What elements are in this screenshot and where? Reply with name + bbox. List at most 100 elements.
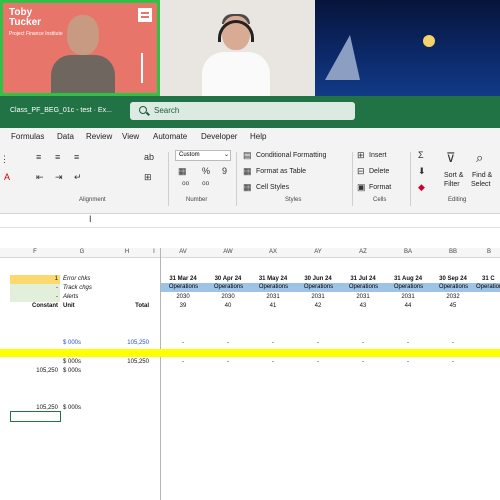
video-tile-participant[interactable] bbox=[160, 0, 315, 96]
value-cell[interactable]: - bbox=[252, 339, 294, 348]
unit-cell[interactable]: $ 000s bbox=[63, 358, 81, 367]
find-select-label[interactable]: Find & bbox=[472, 172, 492, 179]
unit-cell[interactable]: $ 000s bbox=[63, 339, 81, 348]
autosum-icon[interactable]: Σ bbox=[418, 150, 424, 160]
year-cell[interactable]: 2031 bbox=[387, 293, 429, 302]
phase-cell[interactable]: Operations bbox=[476, 283, 500, 292]
decrease-decimal-icon[interactable]: ⁰⁰ bbox=[202, 180, 209, 191]
value-cell[interactable]: - bbox=[432, 358, 474, 367]
clear-icon[interactable]: ◆ bbox=[418, 182, 425, 193]
tab-formulas[interactable]: Formulas bbox=[11, 132, 44, 141]
phase-cell[interactable]: Operations bbox=[341, 283, 386, 292]
tab-automate[interactable]: Automate bbox=[153, 132, 187, 141]
value-cell[interactable]: - bbox=[252, 358, 294, 367]
value-cell[interactable]: - bbox=[162, 358, 204, 367]
tab-view[interactable]: View bbox=[122, 132, 139, 141]
col-header-bb[interactable]: BB bbox=[432, 249, 474, 255]
period-cell[interactable]: 42 bbox=[297, 302, 339, 311]
video-tile-background[interactable] bbox=[315, 0, 500, 96]
value-cell[interactable]: - bbox=[207, 358, 249, 367]
phase-cell[interactable]: Operations bbox=[296, 283, 341, 292]
phase-cell[interactable]: Operations bbox=[386, 283, 431, 292]
unit-header[interactable]: Unit bbox=[63, 302, 75, 311]
track-changes-cell[interactable]: - bbox=[10, 284, 60, 293]
col-header-i[interactable]: I bbox=[150, 249, 158, 255]
fill-icon[interactable]: ⬇ bbox=[418, 166, 426, 177]
year-cell[interactable]: 2032 bbox=[432, 293, 474, 302]
align-center-icon[interactable]: ≡ bbox=[55, 152, 60, 162]
percent-icon[interactable]: % bbox=[202, 166, 210, 176]
phase-cell[interactable]: Operations bbox=[206, 283, 251, 292]
worksheet-grid[interactable]: F G H I AV AW AX AY AZ BA BB B 1 Error c… bbox=[0, 228, 500, 500]
cell-styles-button[interactable]: Cell Styles bbox=[256, 184, 289, 191]
period-cell[interactable]: 43 bbox=[342, 302, 384, 311]
wrap-icon[interactable]: ↵ bbox=[74, 172, 82, 183]
year-cell[interactable]: 2030 bbox=[207, 293, 249, 302]
value-cell[interactable]: - bbox=[297, 358, 339, 367]
selected-cell[interactable] bbox=[10, 411, 61, 422]
comma-style-icon[interactable]: 9 bbox=[222, 166, 227, 176]
tab-developer[interactable]: Developer bbox=[201, 132, 237, 141]
align-right-icon[interactable]: ≡ bbox=[74, 152, 79, 162]
phase-cell[interactable]: Operations bbox=[161, 283, 206, 292]
wrap-text-icon[interactable]: ab bbox=[144, 152, 154, 162]
col-header-g[interactable]: G bbox=[62, 249, 102, 255]
col-header-h[interactable]: H bbox=[104, 249, 150, 255]
search-box[interactable]: Search bbox=[130, 102, 355, 120]
indent-left-icon[interactable]: ⇤ bbox=[36, 172, 44, 183]
period-cell[interactable]: 44 bbox=[387, 302, 429, 311]
indent-right-icon[interactable]: ⇥ bbox=[55, 172, 63, 183]
value-cell[interactable]: - bbox=[162, 339, 204, 348]
period-cell[interactable]: 39 bbox=[162, 302, 204, 311]
col-header-f[interactable]: F bbox=[10, 249, 60, 255]
tab-data[interactable]: Data bbox=[57, 132, 74, 141]
delete-button[interactable]: Delete bbox=[369, 168, 389, 175]
formula-bar[interactable]: I bbox=[0, 214, 500, 228]
value-cell[interactable]: - bbox=[207, 339, 249, 348]
unit-cell[interactable]: $ 000s bbox=[63, 367, 81, 376]
error-label[interactable]: Error chks bbox=[63, 275, 90, 284]
insert-button[interactable]: Insert bbox=[369, 152, 387, 159]
year-cell[interactable]: 2030 bbox=[162, 293, 204, 302]
phase-cell[interactable]: Operations bbox=[431, 283, 476, 292]
col-header-ax[interactable]: AX bbox=[252, 249, 294, 255]
constant-header[interactable]: Constant bbox=[10, 302, 58, 311]
col-header-aw[interactable]: AW bbox=[207, 249, 249, 255]
align-left-icon[interactable]: ≡ bbox=[36, 152, 41, 162]
sort-filter-label-2[interactable]: Filter bbox=[444, 181, 460, 188]
value-cell[interactable]: - bbox=[432, 339, 474, 348]
merge-icon[interactable]: ⊞ bbox=[144, 172, 152, 183]
currency-icon[interactable]: ▦ bbox=[178, 166, 187, 177]
col-header-ba[interactable]: BA bbox=[387, 249, 429, 255]
format-button[interactable]: Format bbox=[369, 184, 391, 191]
increase-decimal-icon[interactable]: ⁰⁰ bbox=[182, 180, 189, 191]
col-header-ay[interactable]: AY bbox=[297, 249, 339, 255]
number-format-dropdown[interactable]: Custom ⌄ bbox=[175, 150, 231, 161]
period-cell[interactable]: 40 bbox=[207, 302, 249, 311]
col-header-az[interactable]: AZ bbox=[342, 249, 384, 255]
value-cell[interactable]: - bbox=[387, 339, 429, 348]
alerts-label[interactable]: Alerts bbox=[63, 293, 78, 302]
year-cell[interactable]: 2031 bbox=[252, 293, 294, 302]
period-cell[interactable]: 45 bbox=[432, 302, 474, 311]
period-cell[interactable]: 41 bbox=[252, 302, 294, 311]
indent-icon[interactable]: ⋮ bbox=[0, 154, 9, 165]
sort-filter-label[interactable]: Sort & bbox=[444, 172, 463, 179]
phase-cell[interactable]: Operations bbox=[251, 283, 296, 292]
tab-review[interactable]: Review bbox=[86, 132, 112, 141]
value-cell[interactable]: - bbox=[387, 358, 429, 367]
format-as-table-button[interactable]: Format as Table bbox=[256, 168, 306, 175]
col-header-av[interactable]: AV bbox=[162, 249, 204, 255]
constant-cell[interactable]: 105,250 bbox=[10, 367, 58, 376]
value-cell[interactable]: - bbox=[342, 358, 384, 367]
font-color-icon[interactable]: A bbox=[4, 172, 10, 182]
tab-help[interactable]: Help bbox=[250, 132, 266, 141]
video-tile-presenter[interactable]: Toby Tucker Project Finance Institute bbox=[0, 0, 160, 96]
year-cell[interactable]: 2031 bbox=[297, 293, 339, 302]
highlighted-row[interactable] bbox=[0, 349, 500, 357]
track-changes-label[interactable]: Track chgs bbox=[63, 284, 92, 293]
total-cell[interactable]: 105,250 bbox=[104, 339, 149, 348]
total-header[interactable]: Total bbox=[104, 302, 149, 311]
col-header-b[interactable]: B bbox=[478, 249, 500, 255]
error-count-cell[interactable]: 1 bbox=[10, 275, 60, 284]
